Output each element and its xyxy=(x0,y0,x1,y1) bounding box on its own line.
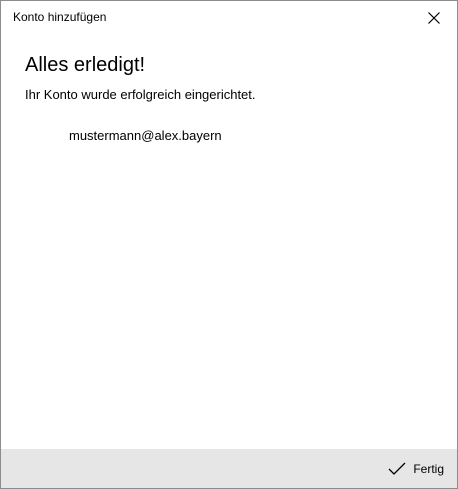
title-bar: Konto hinzufügen xyxy=(1,1,457,35)
footer-bar: Fertig xyxy=(1,449,457,488)
checkmark-icon xyxy=(388,462,406,475)
add-account-dialog: Konto hinzufügen Alles erledigt! Ihr Kon… xyxy=(0,0,458,489)
account-email: mustermann@alex.bayern xyxy=(69,128,222,143)
done-button-label: Fertig xyxy=(413,462,444,476)
close-button[interactable] xyxy=(411,1,457,35)
window-title: Konto hinzufügen xyxy=(13,10,107,24)
done-button[interactable]: Fertig xyxy=(388,458,444,480)
page-title: Alles erledigt! xyxy=(25,54,146,76)
success-message: Ihr Konto wurde erfolgreich eingerichtet… xyxy=(25,87,256,102)
close-icon xyxy=(428,12,440,24)
